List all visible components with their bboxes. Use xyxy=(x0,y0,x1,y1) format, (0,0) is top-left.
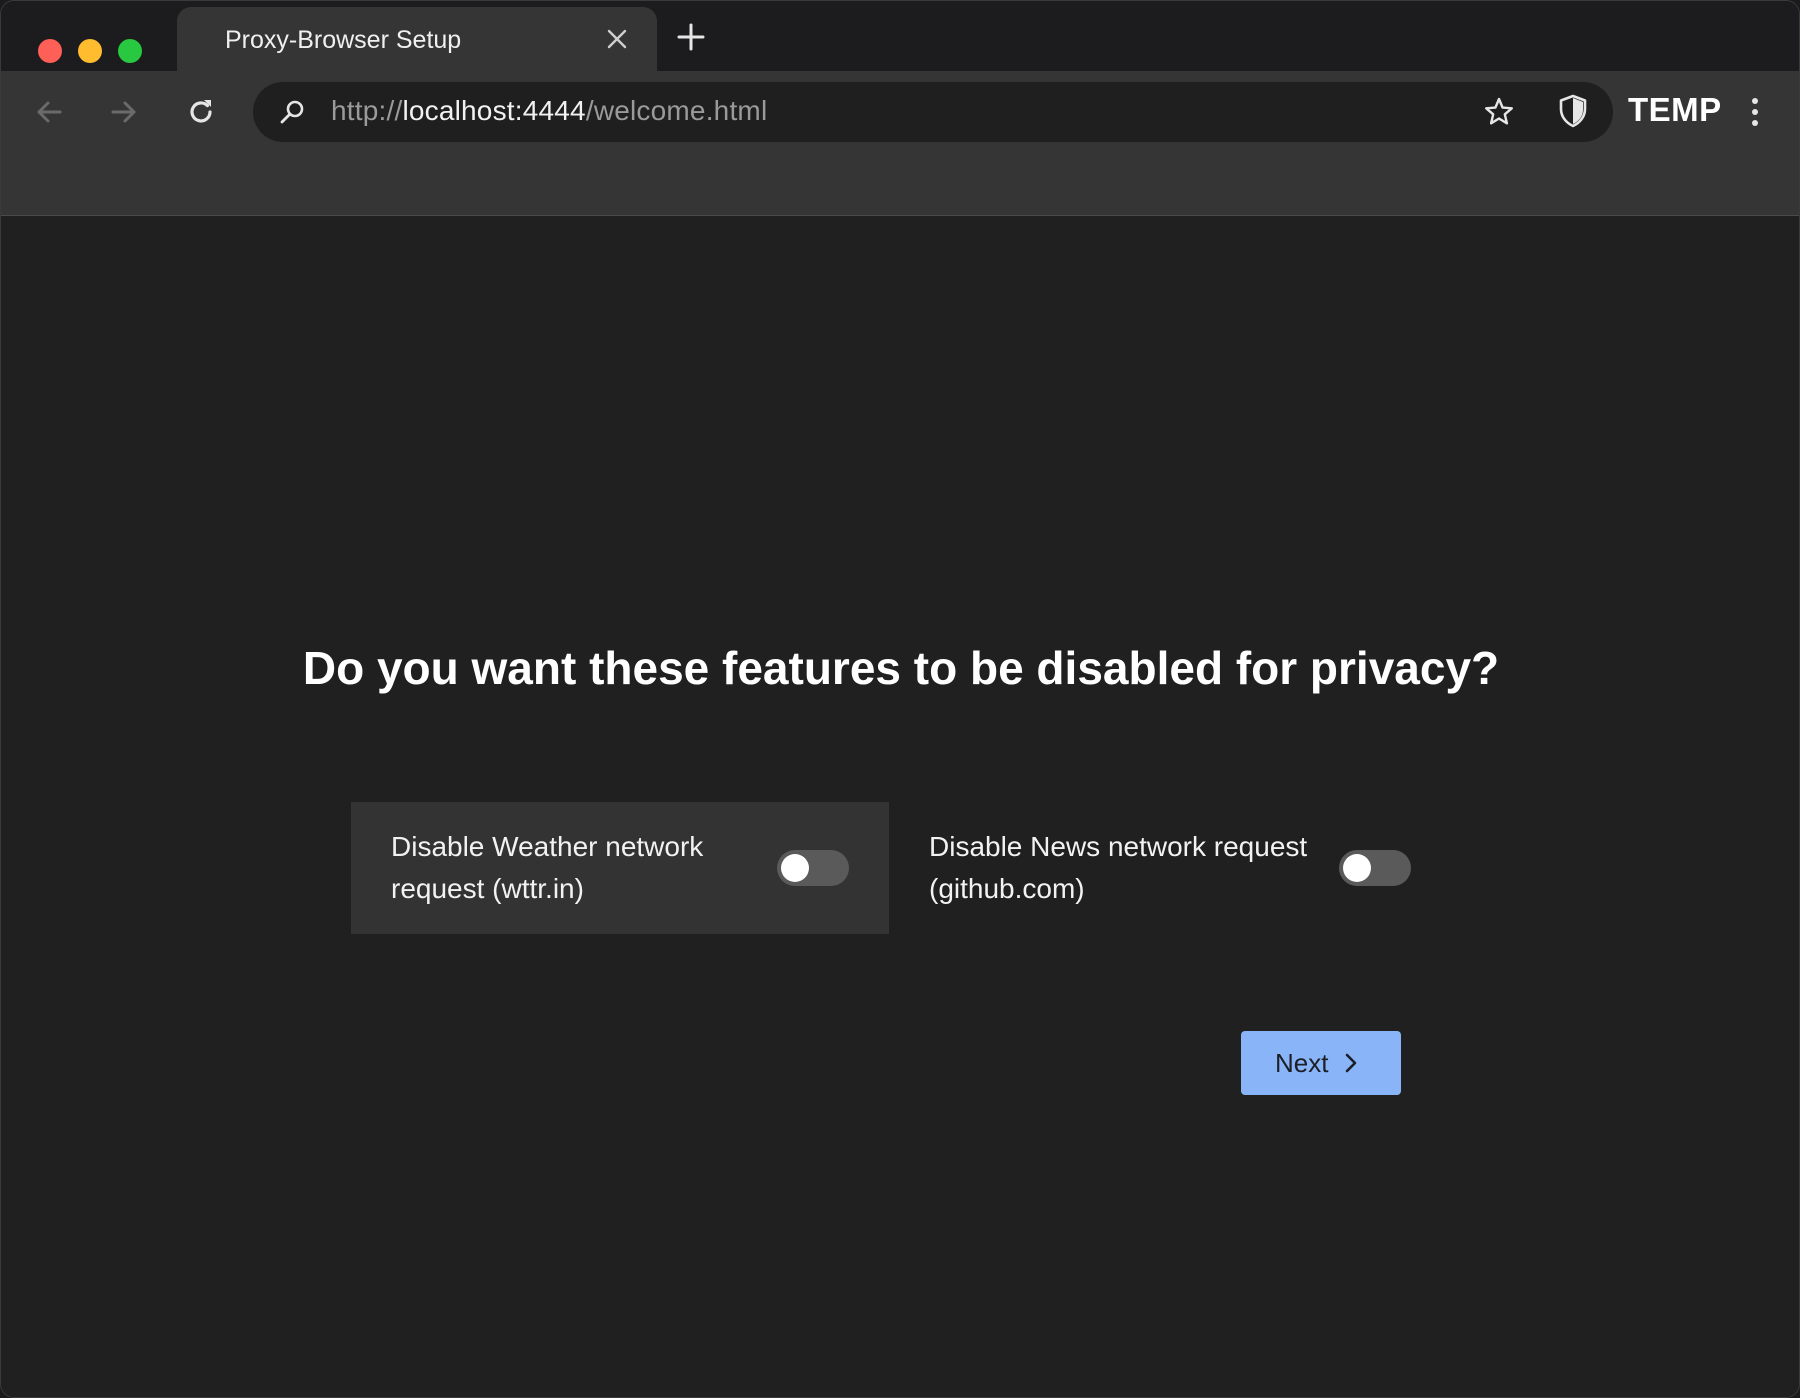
url-text[interactable]: http://localhost:4444/welcome.html xyxy=(331,95,767,127)
url-scheme: http:// xyxy=(331,95,403,126)
chevron-right-icon xyxy=(1345,1053,1357,1073)
page-content: Do you want these features to be disable… xyxy=(1,216,1799,1397)
next-button-label: Next xyxy=(1275,1048,1329,1078)
tab-active[interactable]: Proxy-Browser Setup xyxy=(177,7,657,71)
next-button[interactable]: Next xyxy=(1241,1031,1401,1095)
toggle-knob xyxy=(781,854,809,882)
window-minimize-button[interactable] xyxy=(78,39,102,63)
close-icon[interactable] xyxy=(605,27,629,51)
news-option-label: Disable News network request (github.com… xyxy=(929,831,1308,904)
news-option-row[interactable]: Disable News network request (github.com… xyxy=(891,802,1429,934)
weather-option-row[interactable]: Disable Weather network request (wttr.in… xyxy=(351,802,889,934)
shield-icon[interactable] xyxy=(1557,94,1589,128)
toggle-knob xyxy=(1343,854,1371,882)
tab-strip: Proxy-Browser Setup xyxy=(1,1,1799,71)
toolbar: http://localhost:4444/welcome.html TEMP xyxy=(1,71,1799,216)
star-icon[interactable] xyxy=(1483,96,1515,128)
reload-icon[interactable] xyxy=(185,96,217,128)
window-close-button[interactable] xyxy=(38,39,62,63)
weather-option-label: Disable Weather network request (wttr.in… xyxy=(391,831,704,904)
url-path: /welcome.html xyxy=(585,95,768,126)
plus-icon[interactable] xyxy=(677,23,705,51)
tab-title: Proxy-Browser Setup xyxy=(225,26,462,54)
weather-toggle[interactable] xyxy=(777,850,849,886)
page-title: Do you want these features to be disable… xyxy=(302,642,1500,694)
search-icon xyxy=(280,100,304,124)
profile-label[interactable]: TEMP xyxy=(1628,91,1722,129)
forward-arrow-icon[interactable] xyxy=(108,96,140,128)
window-maximize-button[interactable] xyxy=(118,39,142,63)
back-arrow-icon[interactable] xyxy=(33,96,65,128)
browser-window: Proxy-Browser Setup http://localhost:444… xyxy=(0,0,1800,1398)
news-toggle[interactable] xyxy=(1339,850,1411,886)
address-bar[interactable]: http://localhost:4444/welcome.html xyxy=(253,82,1613,142)
url-host: localhost:4444 xyxy=(402,95,586,126)
more-vertical-icon[interactable] xyxy=(1743,96,1767,128)
